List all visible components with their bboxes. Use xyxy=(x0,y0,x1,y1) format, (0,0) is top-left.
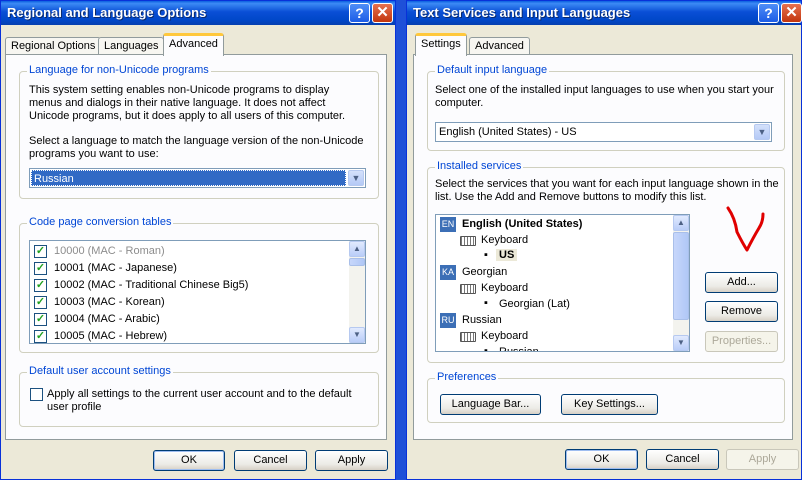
scroll-thumb[interactable] xyxy=(673,232,689,320)
chevron-down-icon[interactable]: ▼ xyxy=(754,124,770,140)
key-settings-button[interactable]: Key Settings... xyxy=(561,394,658,415)
services-scrollbar[interactable]: ▲ ▼ xyxy=(673,215,689,351)
tab-settings[interactable]: Settings xyxy=(415,33,467,56)
codepage-group-label: Code page conversion tables xyxy=(27,216,174,228)
scroll-up-icon[interactable]: ▲ xyxy=(673,215,689,231)
ok-button[interactable]: OK xyxy=(565,449,638,470)
codepage-checkbox[interactable]: ✓ xyxy=(34,330,47,343)
nonunicode-selected-value: Russian xyxy=(31,170,346,186)
keyboard-label: Keyboard xyxy=(481,282,529,294)
input-language-label: English (United States) xyxy=(462,218,583,230)
codepage-group: Code page conversion tables ✓ 10000 (MAC … xyxy=(19,216,379,353)
cancel-button[interactable]: Cancel xyxy=(646,449,719,470)
chevron-down-icon[interactable]: ▼ xyxy=(348,170,364,186)
codepage-checkbox[interactable]: ✓ xyxy=(34,313,47,326)
input-language-label: Russian xyxy=(462,314,502,326)
apply-all-label-line1: Apply all settings to the current user a… xyxy=(47,388,352,400)
installed-services-group: Installed services Select the services t… xyxy=(427,160,785,363)
codepage-scrollbar[interactable]: ▲ ▼ xyxy=(349,241,365,343)
codepage-label: 10001 (MAC - Japanese) xyxy=(54,262,177,274)
language-badge: RU xyxy=(440,313,456,328)
preferences-group: Preferences Language Bar... Key Settings… xyxy=(427,371,785,423)
remove-button[interactable]: Remove xyxy=(705,301,778,322)
scroll-down-icon[interactable]: ▼ xyxy=(673,335,689,351)
codepage-label: 10003 (MAC - Korean) xyxy=(54,296,165,308)
title-bar[interactable]: Text Services and Input Languages ? ✕ xyxy=(407,1,802,25)
nonunicode-description: This system setting enables non-Unicode … xyxy=(29,84,346,122)
cancel-button[interactable]: Cancel xyxy=(234,450,307,471)
bullet-icon: ▪ xyxy=(484,249,488,261)
keyboard-label: Keyboard xyxy=(481,234,529,246)
keyboard-icon xyxy=(460,332,476,342)
apply-all-label: Apply all settings to the current user a… xyxy=(47,388,372,414)
nonunicode-group: Language for non-Unicode programs This s… xyxy=(19,64,379,199)
apply-button[interactable]: Apply xyxy=(726,449,799,470)
codepage-checkbox[interactable]: ✓ xyxy=(34,279,47,292)
scroll-thumb[interactable] xyxy=(349,258,365,266)
keyboard-layout-label: Georgian (Lat) xyxy=(499,298,570,310)
properties-button[interactable]: Properties... xyxy=(705,331,778,352)
codepage-label: 10000 (MAC - Roman) xyxy=(54,245,165,257)
title-bar[interactable]: Regional and Language Options ? ✕ xyxy=(1,1,395,25)
language-badge: EN xyxy=(440,217,456,232)
window-title: Text Services and Input Languages xyxy=(413,5,631,20)
codepage-checkbox[interactable]: ✓ xyxy=(34,245,47,258)
language-bar-button[interactable]: Language Bar... xyxy=(440,394,541,415)
keyboard-icon xyxy=(460,284,476,294)
codepage-checkbox[interactable]: ✓ xyxy=(34,296,47,309)
annotation-arrow-icon xyxy=(726,206,765,252)
close-icon[interactable]: ✕ xyxy=(781,3,802,23)
apply-all-label-line2: user profile xyxy=(47,401,102,413)
window-title: Regional and Language Options xyxy=(7,5,207,20)
installed-services-tree[interactable]: EN English (United States) Keyboard ▪ US KA Ge… xyxy=(435,214,690,352)
help-icon[interactable]: ? xyxy=(758,3,779,23)
nonunicode-group-label: Language for non-Unicode programs xyxy=(27,64,211,76)
apply-button[interactable]: Apply xyxy=(315,450,388,471)
bullet-icon: ▪ xyxy=(484,297,488,309)
close-icon[interactable]: ✕ xyxy=(372,3,393,23)
tab-advanced[interactable]: Advanced xyxy=(163,33,224,56)
codepage-list[interactable]: ✓ 10000 (MAC - Roman) ✓ 10001 (MAC - Japane… xyxy=(29,240,366,344)
default-user-settings-group: Default user account settings ✓ Apply al… xyxy=(19,365,379,427)
codepage-checkbox[interactable]: ✓ xyxy=(34,262,47,275)
default-input-language-select[interactable]: English (United States) - US ▼ xyxy=(435,122,772,142)
ok-button[interactable]: OK xyxy=(153,450,225,471)
default-input-language-label: Default input language xyxy=(435,64,550,76)
keyboard-layout-label: Russian xyxy=(499,346,539,352)
default-input-language-description: Select one of the installed input langua… xyxy=(435,84,774,109)
keyboard-label: Keyboard xyxy=(481,330,529,342)
advanced-panel: Language for non-Unicode programs This s… xyxy=(5,54,387,440)
nonunicode-instruction: Select a language to match the language … xyxy=(29,135,364,160)
language-badge: KA xyxy=(440,265,456,280)
preferences-label: Preferences xyxy=(435,371,499,383)
nonunicode-language-select[interactable]: Russian ▼ xyxy=(29,168,366,188)
help-icon[interactable]: ? xyxy=(349,3,370,23)
scroll-up-icon[interactable]: ▲ xyxy=(349,241,365,257)
default-input-language-value: English (United States) - US xyxy=(439,126,577,138)
background-strip xyxy=(396,0,406,480)
keyboard-icon xyxy=(460,236,476,246)
default-input-language-group: Default input language Select one of the… xyxy=(427,64,785,151)
apply-all-checkbox[interactable]: ✓ xyxy=(30,388,43,401)
codepage-label: 10004 (MAC - Arabic) xyxy=(54,313,160,325)
codepage-label: 10002 (MAC - Traditional Chinese Big5) xyxy=(54,279,249,291)
installed-services-label: Installed services xyxy=(435,160,524,172)
scroll-down-icon[interactable]: ▼ xyxy=(349,327,365,343)
add-button[interactable]: Add... xyxy=(705,272,778,293)
default-user-settings-label: Default user account settings xyxy=(27,365,173,377)
keyboard-layout-label: US xyxy=(496,249,518,261)
regional-language-options-window: Regional and Language Options ? ✕ Region… xyxy=(0,0,396,480)
codepage-label: 10005 (MAC - Hebrew) xyxy=(54,330,168,342)
input-language-label: Georgian xyxy=(462,266,508,278)
bullet-icon: ▪ xyxy=(484,345,488,352)
